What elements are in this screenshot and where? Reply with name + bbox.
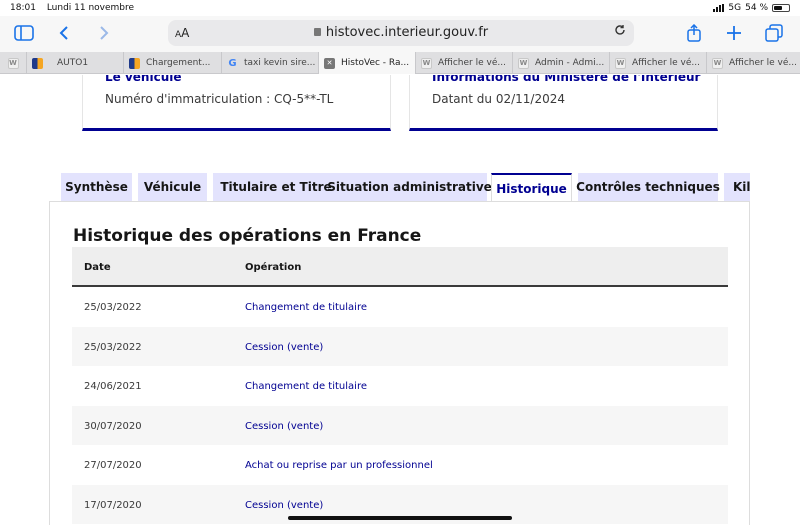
home-indicator[interactable] [288, 516, 512, 520]
google-favicon-icon: G [228, 57, 237, 69]
browser-tab-label: Afficher le vé... [438, 58, 506, 68]
browser-tab-label: Chargement... [146, 58, 211, 68]
tab-synthese[interactable]: Synthèse [61, 173, 132, 201]
table-row: 27/07/2020 Achat ou reprise par un profe… [72, 445, 728, 485]
browser-tab-active[interactable]: ✕ HistoVec - Ra... [319, 52, 416, 74]
row-operation: Cession (vente) [245, 341, 324, 353]
reload-icon[interactable] [614, 24, 626, 40]
row-date: 30/07/2020 [84, 420, 142, 432]
row-operation: Changement de titulaire [245, 381, 367, 392]
history-panel: Historique des opérations en France Date… [49, 201, 750, 525]
battery-icon [772, 4, 790, 12]
section-tabs: Synthèse Véhicule Titulaire et Titre Sit… [61, 173, 750, 201]
auto1-favicon-icon [32, 57, 43, 69]
wikipedia-favicon-icon: W [7, 57, 19, 69]
sidebar-icon[interactable] [12, 22, 36, 44]
wikipedia-favicon-icon: W [518, 57, 529, 69]
table-row: 24/06/2021 Changement de titulaire [72, 366, 728, 406]
share-icon[interactable] [682, 22, 706, 44]
back-icon[interactable] [52, 22, 76, 44]
tab-kilometrage[interactable]: Kilo [724, 173, 750, 201]
data-date: Datant du 02/11/2024 [432, 92, 565, 106]
page-content: Le véhicule Numéro d'immatriculation : C… [0, 75, 800, 525]
lock-icon [313, 28, 321, 36]
browser-tab[interactable]: W [0, 52, 27, 74]
browser-tab-label: Afficher le vé... [632, 58, 700, 68]
row-date: 25/03/2022 [84, 302, 142, 313]
status-time: 18:01 [10, 3, 36, 13]
registration-number: Numéro d'immatriculation : CQ-5**-TL [105, 92, 334, 106]
table-header: Date Opération [72, 247, 728, 287]
ministry-card-title: Informations du Ministère de l'Intérieur [432, 75, 701, 84]
browser-tab[interactable]: W Afficher le vé... [707, 52, 799, 74]
vehicle-card-title: Le véhicule [105, 75, 182, 84]
close-tab-icon[interactable]: ✕ [324, 57, 335, 69]
wikipedia-favicon-icon: W [712, 57, 723, 69]
browser-tab-label: AUTO1 [57, 58, 89, 68]
row-date: 17/07/2020 [84, 499, 142, 511]
wikipedia-favicon-icon: W [421, 57, 432, 69]
browser-tab[interactable]: W Afficher le vé... [610, 52, 707, 74]
network-label: 5G [728, 3, 742, 13]
row-date: 25/03/2022 [84, 341, 142, 353]
tab-controles-techniques[interactable]: Contrôles techniques [576, 173, 720, 201]
history-title: Historique des opérations en France [73, 226, 422, 246]
url-text: histovec.interieur.gouv.fr [325, 25, 489, 40]
browser-toolbar: AA histovec.interieur.gouv.fr [0, 16, 800, 52]
row-date: 27/07/2020 [84, 460, 142, 471]
browser-tab[interactable]: Chargement... [124, 52, 222, 74]
history-table: Date Opération 25/03/2022 Changement de … [72, 247, 728, 524]
tab-titulaire[interactable]: Titulaire et Titre [213, 173, 339, 201]
browser-tab[interactable]: AUTO1 [27, 52, 124, 74]
wikipedia-favicon-icon: W [615, 57, 626, 69]
browser-tab-label: Afficher le vé... [729, 58, 797, 68]
address-bar[interactable]: AA histovec.interieur.gouv.fr [168, 20, 634, 46]
tab-vehicule[interactable]: Véhicule [138, 173, 207, 201]
column-header-operation: Opération [245, 262, 302, 273]
row-operation: Changement de titulaire [245, 302, 367, 313]
browser-tab[interactable]: W Afficher le vé... [416, 52, 513, 74]
auto1-favicon-icon [129, 57, 140, 69]
tabs-icon[interactable] [762, 22, 786, 44]
browser-tab-label: Admin - Admi... [535, 58, 605, 68]
plus-icon[interactable] [722, 22, 746, 44]
browser-tab-label: taxi kevin sire... [244, 58, 316, 68]
row-operation: Cession (vente) [245, 420, 324, 432]
row-operation: Cession (vente) [245, 499, 324, 511]
browser-tab[interactable]: G taxi kevin sire... [222, 52, 319, 74]
table-row: 30/07/2020 Cession (vente) [72, 405, 728, 445]
browser-tab[interactable]: W Admin - Admi... [513, 52, 610, 74]
vehicle-card: Le véhicule Numéro d'immatriculation : C… [82, 75, 391, 131]
browser-tab-label: HistoVec - Ra... [341, 58, 410, 68]
forward-icon[interactable] [92, 22, 116, 44]
signal-icon [713, 4, 725, 12]
column-header-date: Date [84, 262, 111, 273]
row-date: 24/06/2021 [84, 381, 142, 392]
table-row: 25/03/2022 Changement de titulaire [72, 287, 728, 327]
table-row: 25/03/2022 Cession (vente) [72, 326, 728, 366]
browser-tab-bar: W AUTO1 Chargement... G taxi kevin sire.… [0, 52, 800, 74]
ministry-card: Informations du Ministère de l'Intérieur… [409, 75, 718, 131]
tab-situation-administrative[interactable]: Situation administrative [327, 173, 492, 201]
row-operation: Achat ou reprise par un professionnel [245, 460, 433, 471]
tab-historique[interactable]: Historique [491, 173, 572, 201]
battery-label: 54 % [745, 3, 768, 13]
status-bar: 18:01 Lundi 11 novembre 5G 54 % [0, 0, 800, 16]
status-date: Lundi 11 novembre [46, 3, 135, 13]
